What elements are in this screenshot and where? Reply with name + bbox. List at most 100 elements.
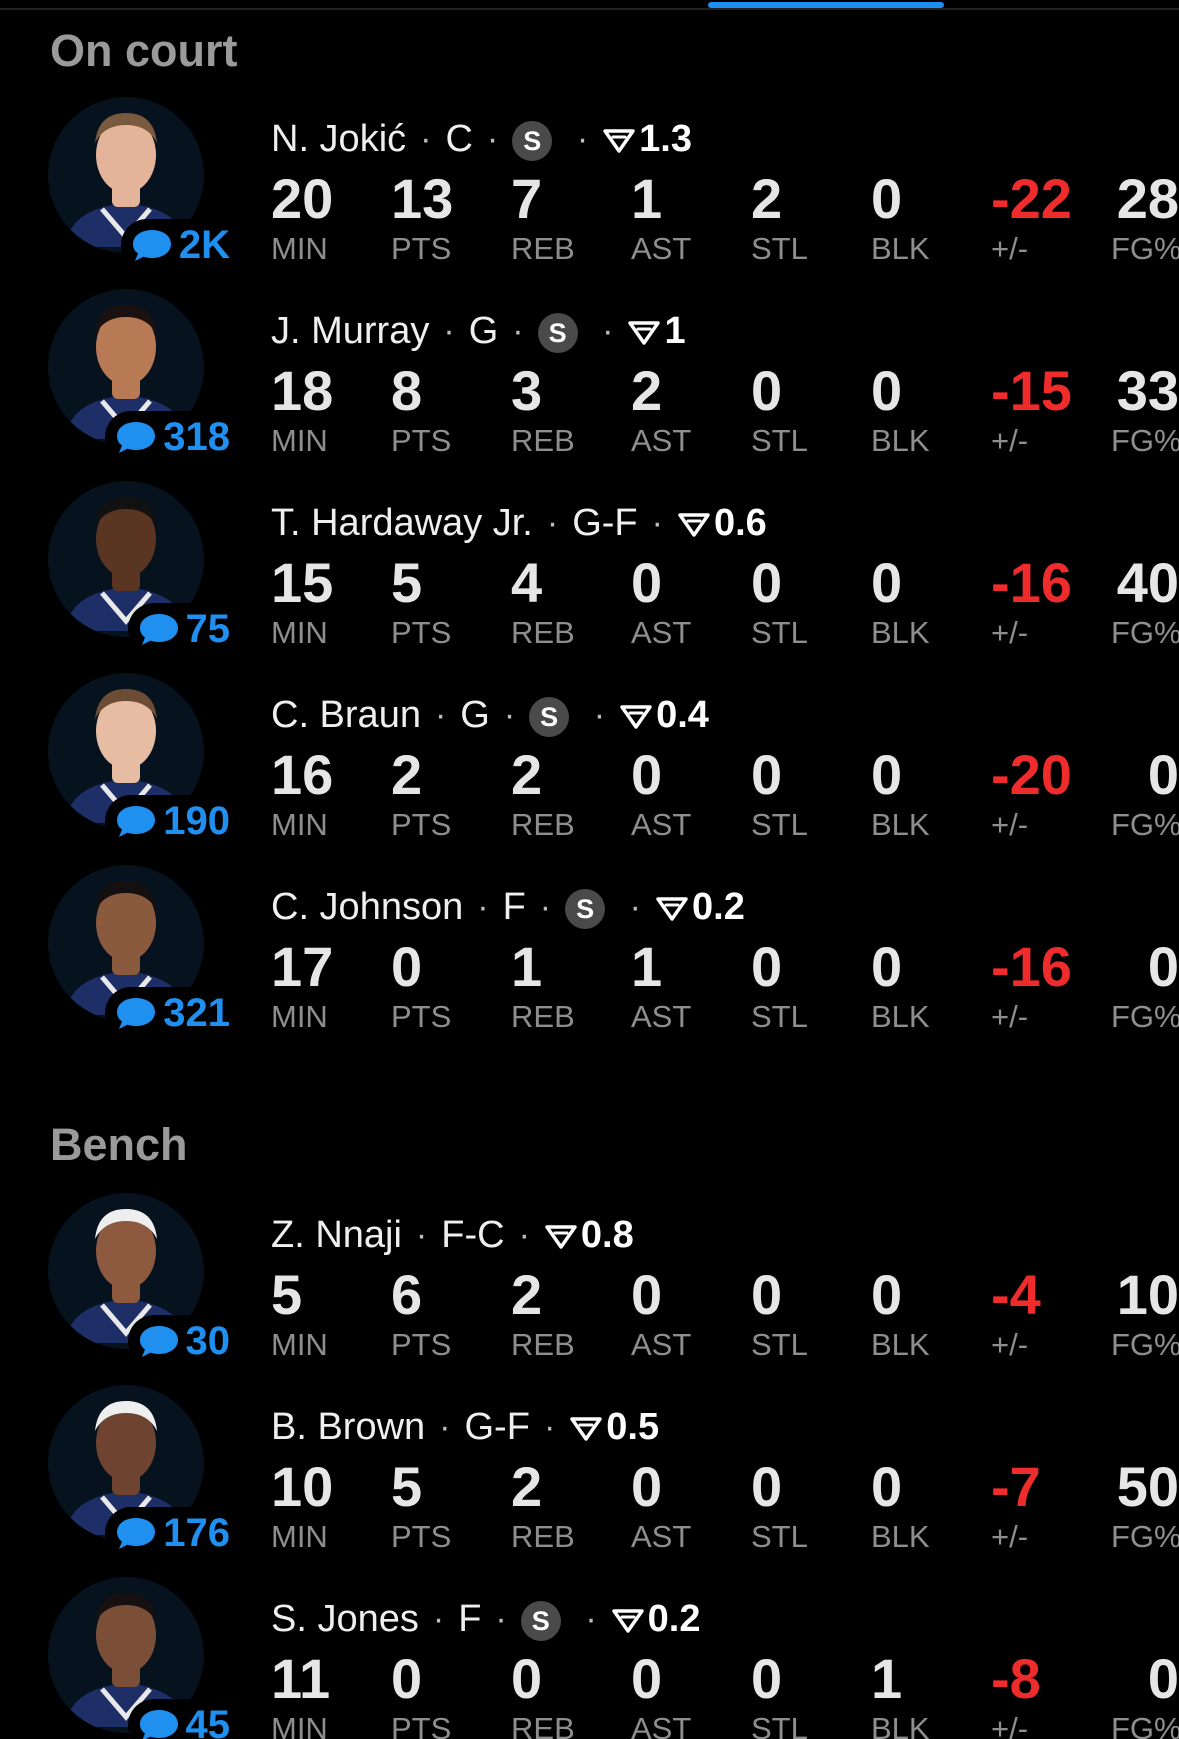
player-name[interactable]: N. Jokić (271, 118, 406, 161)
starter-badge-icon: S (520, 1601, 561, 1642)
stat-min: 11 MIN (271, 1651, 330, 1739)
stat-pts: 5 PTS (391, 555, 451, 649)
stat-value-stl: 0 (751, 1263, 783, 1326)
player-name[interactable]: C. Braun (271, 694, 421, 737)
rating-chevron-icon (678, 513, 710, 537)
stat-stl: 0 STL (751, 1459, 808, 1553)
comments-button[interactable]: 176 (105, 1507, 234, 1559)
stat-label-stl: STL (751, 423, 808, 458)
chat-bubble-icon (139, 614, 178, 645)
stat-value-ast: 1 (631, 935, 663, 998)
comment-count: 75 (185, 607, 231, 651)
player-rating: 1.3 (602, 118, 692, 161)
player-name[interactable]: S. Jones (271, 1598, 419, 1641)
stat-pts: 8 PTS (391, 363, 452, 458)
starter-group: S · (520, 1597, 611, 1642)
stat-plus-minus: -7 +/- (991, 1455, 1041, 1553)
stat-label-reb: REB (511, 999, 575, 1034)
stat-label-fg-pct: FG% (1111, 1519, 1179, 1554)
stat-label-fg-pct: FG% (1111, 1327, 1179, 1362)
chat-bubble-icon (117, 422, 156, 453)
player-row[interactable]: 176 B. Brown · G-F · 0.5 10 MIN 5 PTS 2 REB… (0, 1385, 1179, 1583)
stat-plus-minus: -22 +/- (991, 171, 1072, 265)
separator-dot: · (576, 119, 589, 158)
comments-button[interactable]: 321 (105, 987, 234, 1039)
chat-bubble-icon (117, 1518, 156, 1549)
stat-value-fg-pct: 40 (1116, 551, 1179, 614)
player-name[interactable]: T. Hardaway Jr. (271, 502, 533, 545)
stat-value-reb: 4 (511, 551, 543, 614)
stat-label-stl: STL (751, 1711, 808, 1739)
player-row[interactable]: 2K N. Jokić · C · S · 1.3 20 MIN 13 PTS 7R… (0, 97, 1179, 295)
comments-button[interactable]: 45 (127, 1699, 234, 1739)
player-name[interactable]: C. Johnson (271, 886, 463, 929)
player-name[interactable]: B. Brown (271, 1406, 425, 1449)
comments-button[interactable]: 190 (105, 795, 234, 847)
stat-value-plus-minus: -16 (991, 935, 1072, 998)
comments-button[interactable]: 2K (120, 219, 234, 271)
stat-label-pts: PTS (391, 1327, 452, 1362)
stat-value-ast: 0 (631, 1263, 663, 1326)
separator-dot: · (518, 1215, 530, 1254)
section-title-on-court: On court (50, 25, 238, 76)
player-name[interactable]: Z. Nnaji (271, 1214, 402, 1257)
comment-count: 30 (185, 1319, 231, 1363)
stat-value-plus-minus: -8 (991, 1647, 1041, 1710)
stat-label-pts: PTS (391, 423, 452, 458)
stat-pts: 2 PTS (391, 743, 451, 841)
stat-stl: 0 STL (751, 551, 808, 649)
stat-label-pts: PTS (391, 231, 452, 266)
comment-count: 190 (163, 799, 230, 843)
stat-label-min: MIN (271, 423, 328, 458)
stat-label-ast: AST (631, 231, 692, 266)
stat-fg-pct: 0 FG% (1111, 1651, 1179, 1739)
starter-badge-icon: S (512, 121, 553, 162)
stat-label-plus-minus: +/- (991, 807, 1029, 842)
player-row[interactable]: 318 J. Murray · G · S · 1 18 MIN 8 PTS 3 RE… (0, 289, 1179, 487)
stat-label-stl: STL (751, 999, 808, 1034)
stat-value-ast: 2 (631, 359, 663, 422)
separator-dot: · (495, 1599, 507, 1638)
player-name[interactable]: J. Murray (271, 310, 429, 353)
stat-blk: 1 BLK (871, 1651, 930, 1739)
starter-group: S · (529, 693, 619, 738)
comments-button[interactable]: 75 (127, 603, 234, 655)
stat-value-min: 11 (271, 1647, 331, 1710)
stat-reb: 2 REB (511, 1267, 575, 1361)
rating-value: 0.2 (692, 885, 745, 928)
stat-label-plus-minus: +/- (991, 1327, 1029, 1362)
stat-label-reb: REB (511, 615, 575, 650)
player-row[interactable]: 30 Z. Nnaji · F-C · 0.8 5 MIN 6 PTS 2 REB 0… (0, 1193, 1179, 1391)
player-row[interactable]: 45 S. Jones · F · S · 0.2 11 MIN 0 PTS 0 RE… (0, 1577, 1179, 1739)
stat-fg-pct: 40 FG% (1111, 551, 1179, 649)
rating-value: 0.2 (647, 1597, 701, 1640)
stat-pts: 6 PTS (391, 1267, 452, 1362)
stat-label-blk: BLK (871, 615, 930, 650)
player-row[interactable]: 75 T. Hardaway Jr. · G-F · 0.6 15 MIN 5 PT… (0, 481, 1179, 679)
separator-dot: · (420, 119, 432, 158)
comments-button[interactable]: 30 (127, 1315, 234, 1367)
separator-dot: · (486, 119, 499, 158)
player-position: C (445, 117, 473, 160)
stat-plus-minus: -15 +/- (991, 363, 1072, 457)
stat-label-plus-minus: +/- (991, 999, 1029, 1034)
starter-badge-icon: S (537, 313, 578, 354)
separator-dot: · (543, 1407, 556, 1446)
player-rating: 0.4 (619, 694, 709, 737)
stat-plus-minus: -4 +/- (991, 1267, 1041, 1362)
stat-reb: 2 REB (511, 747, 575, 841)
stat-value-pts: 2 (391, 743, 423, 806)
section-title-bench: Bench (50, 1119, 188, 1170)
chat-bubble-icon (139, 1326, 178, 1357)
player-row[interactable]: 190 C. Braun · G · S · 0.4 16 MIN 2 PTS 2R… (0, 673, 1179, 871)
comments-button[interactable]: 318 (105, 411, 234, 463)
stat-value-min: 15 (271, 551, 334, 614)
stat-label-blk: BLK (871, 1711, 930, 1739)
player-row[interactable]: 321 C. Johnson · F · S · 0.2 17 MIN 0 PTS … (0, 865, 1179, 1063)
stat-reb: 7 REB (511, 171, 575, 265)
stat-fg-pct: 33 FG% (1111, 363, 1179, 457)
stat-value-stl: 0 (751, 551, 783, 614)
stat-value-plus-minus: -7 (991, 1455, 1041, 1518)
rating-value: 0.4 (656, 693, 709, 736)
stat-label-min: MIN (271, 231, 328, 266)
